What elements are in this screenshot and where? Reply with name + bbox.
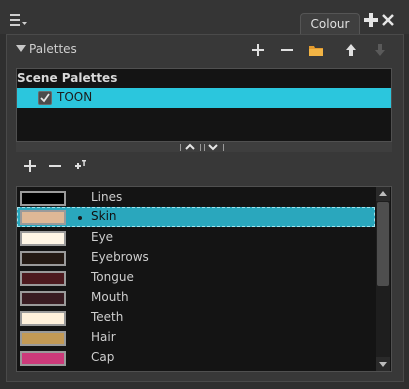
- colour-name: Lines: [91, 190, 123, 204]
- add-texture-icon[interactable]: [72, 158, 88, 174]
- add-view-icon[interactable]: [364, 13, 378, 27]
- palette-list-header: Scene Palettes: [17, 71, 118, 85]
- remove-colour-icon[interactable]: [47, 158, 63, 174]
- colour-name: Hair: [91, 330, 116, 344]
- colour-row-eyebrows[interactable]: Eyebrows: [17, 248, 375, 268]
- colour-name: Teeth: [91, 310, 124, 324]
- colour-row-skin[interactable]: Skin: [17, 207, 375, 227]
- palette-item-label: TOON: [57, 90, 93, 104]
- colour-swatch[interactable]: [20, 351, 66, 366]
- folder-icon[interactable]: [308, 42, 324, 58]
- current-colour-dot-icon: [78, 216, 82, 220]
- colour-swatch[interactable]: [20, 311, 66, 326]
- scroll-up-icon[interactable]: [376, 187, 390, 201]
- scroll-down-icon[interactable]: [376, 357, 390, 371]
- colour-name: Cap: [91, 350, 115, 364]
- colour-row-mouth[interactable]: Mouth: [17, 288, 375, 308]
- colour-row-cap[interactable]: Cap: [17, 348, 375, 368]
- colour-row-hair[interactable]: Hair: [17, 328, 375, 348]
- colour-row-tongue[interactable]: Tongue: [17, 268, 375, 288]
- colour-row-eye[interactable]: Eye: [17, 228, 375, 248]
- colour-name: Mouth: [91, 290, 129, 304]
- colour-swatch[interactable]: [20, 331, 66, 346]
- close-icon[interactable]: [382, 14, 394, 26]
- colour-row-lines[interactable]: Lines: [17, 188, 375, 208]
- colour-swatch[interactable]: [20, 251, 66, 266]
- colour-name: Tongue: [91, 270, 134, 284]
- colour-name: Eye: [91, 230, 114, 244]
- palettes-label: Palettes: [29, 42, 77, 56]
- palette-checkbox[interactable]: [38, 91, 52, 105]
- colour-name: Eyebrows: [91, 250, 149, 264]
- colour-row-teeth[interactable]: Teeth: [17, 308, 375, 328]
- colour-swatch[interactable]: [20, 291, 66, 306]
- menu-icon[interactable]: [10, 12, 28, 28]
- splitter-grip-icon[interactable]: [178, 142, 230, 152]
- colour-swatch[interactable]: [20, 210, 66, 225]
- minus-icon[interactable]: [279, 42, 295, 58]
- collapse-triangle-icon[interactable]: [16, 45, 26, 52]
- panel-tab-bar: Colour: [0, 0, 409, 34]
- add-colour-icon[interactable]: [22, 158, 38, 174]
- plus-icon[interactable]: [250, 42, 266, 58]
- colour-swatch[interactable]: [20, 231, 66, 246]
- arrow-down-icon[interactable]: [372, 42, 388, 58]
- arrow-up-icon[interactable]: [343, 42, 359, 58]
- colour-swatch[interactable]: [20, 271, 66, 286]
- tab-colour[interactable]: Colour: [300, 13, 360, 34]
- scrollbar-thumb[interactable]: [377, 202, 389, 286]
- colour-name: Skin: [91, 209, 117, 223]
- colour-swatch[interactable]: [20, 191, 66, 206]
